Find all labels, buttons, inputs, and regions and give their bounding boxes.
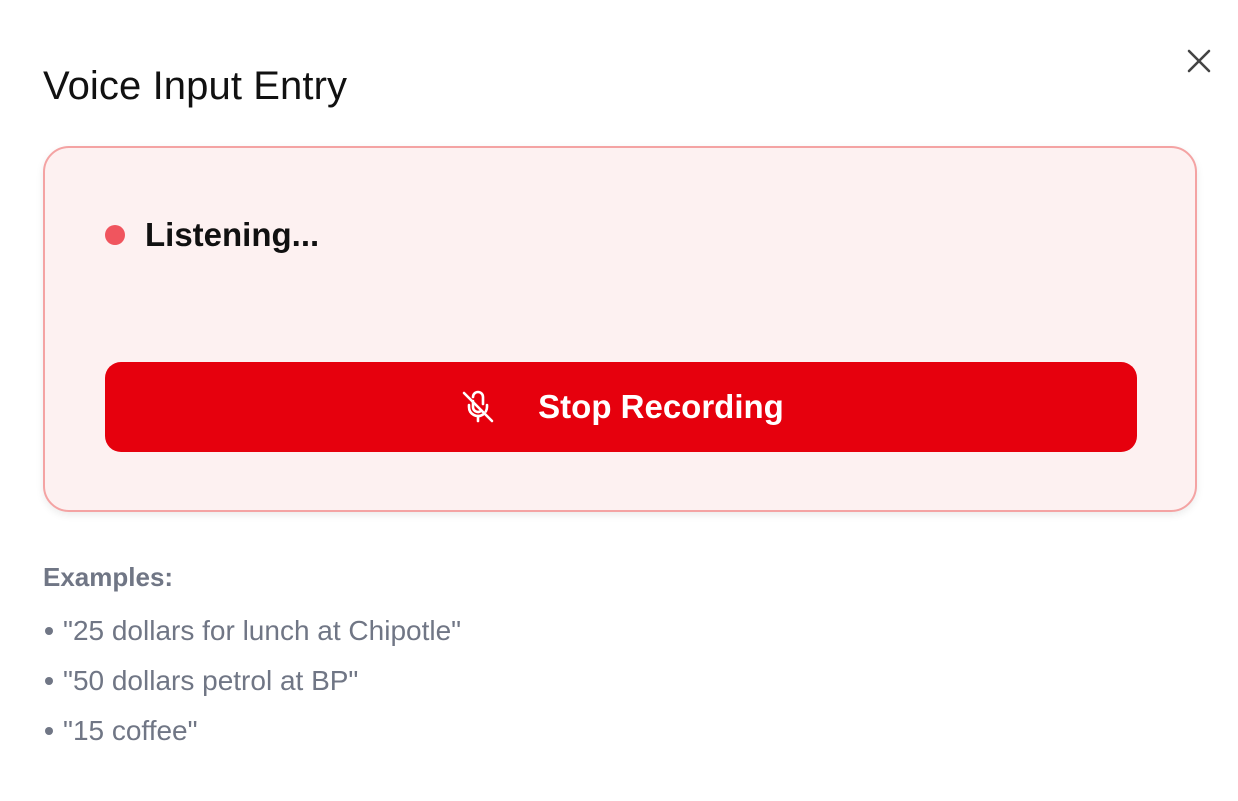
stop-recording-button[interactable]: Stop Recording [105, 362, 1137, 452]
example-item: "15 coffee" [43, 706, 461, 756]
close-button[interactable] [1180, 42, 1218, 80]
close-icon [1187, 49, 1211, 73]
stop-recording-label: Stop Recording [538, 388, 784, 425]
status-text: Listening... [145, 216, 320, 253]
examples-heading: Examples: [43, 562, 174, 592]
voice-input-dialog: Voice Input Entry Listening... Stop Reco… [0, 0, 1238, 801]
bullet-icon [45, 677, 53, 685]
examples-list: "25 dollars for lunch at Chipotle" "50 d… [43, 606, 461, 756]
example-item: "50 dollars petrol at BP" [43, 656, 461, 706]
recording-status: Listening... [105, 214, 319, 256]
example-text: "50 dollars petrol at BP" [63, 665, 359, 696]
recording-panel: Listening... Stop Recording [43, 146, 1197, 512]
examples-section: Examples: "25 dollars for lunch at Chipo… [43, 558, 461, 756]
mic-off-icon [458, 387, 498, 427]
example-text: "25 dollars for lunch at Chipotle" [63, 615, 462, 646]
recording-indicator-dot [105, 225, 125, 245]
dialog-title: Voice Input Entry [43, 64, 348, 108]
example-text: "15 coffee" [63, 715, 198, 746]
bullet-icon [45, 727, 53, 735]
example-item: "25 dollars for lunch at Chipotle" [43, 606, 461, 656]
bullet-icon [45, 627, 53, 635]
